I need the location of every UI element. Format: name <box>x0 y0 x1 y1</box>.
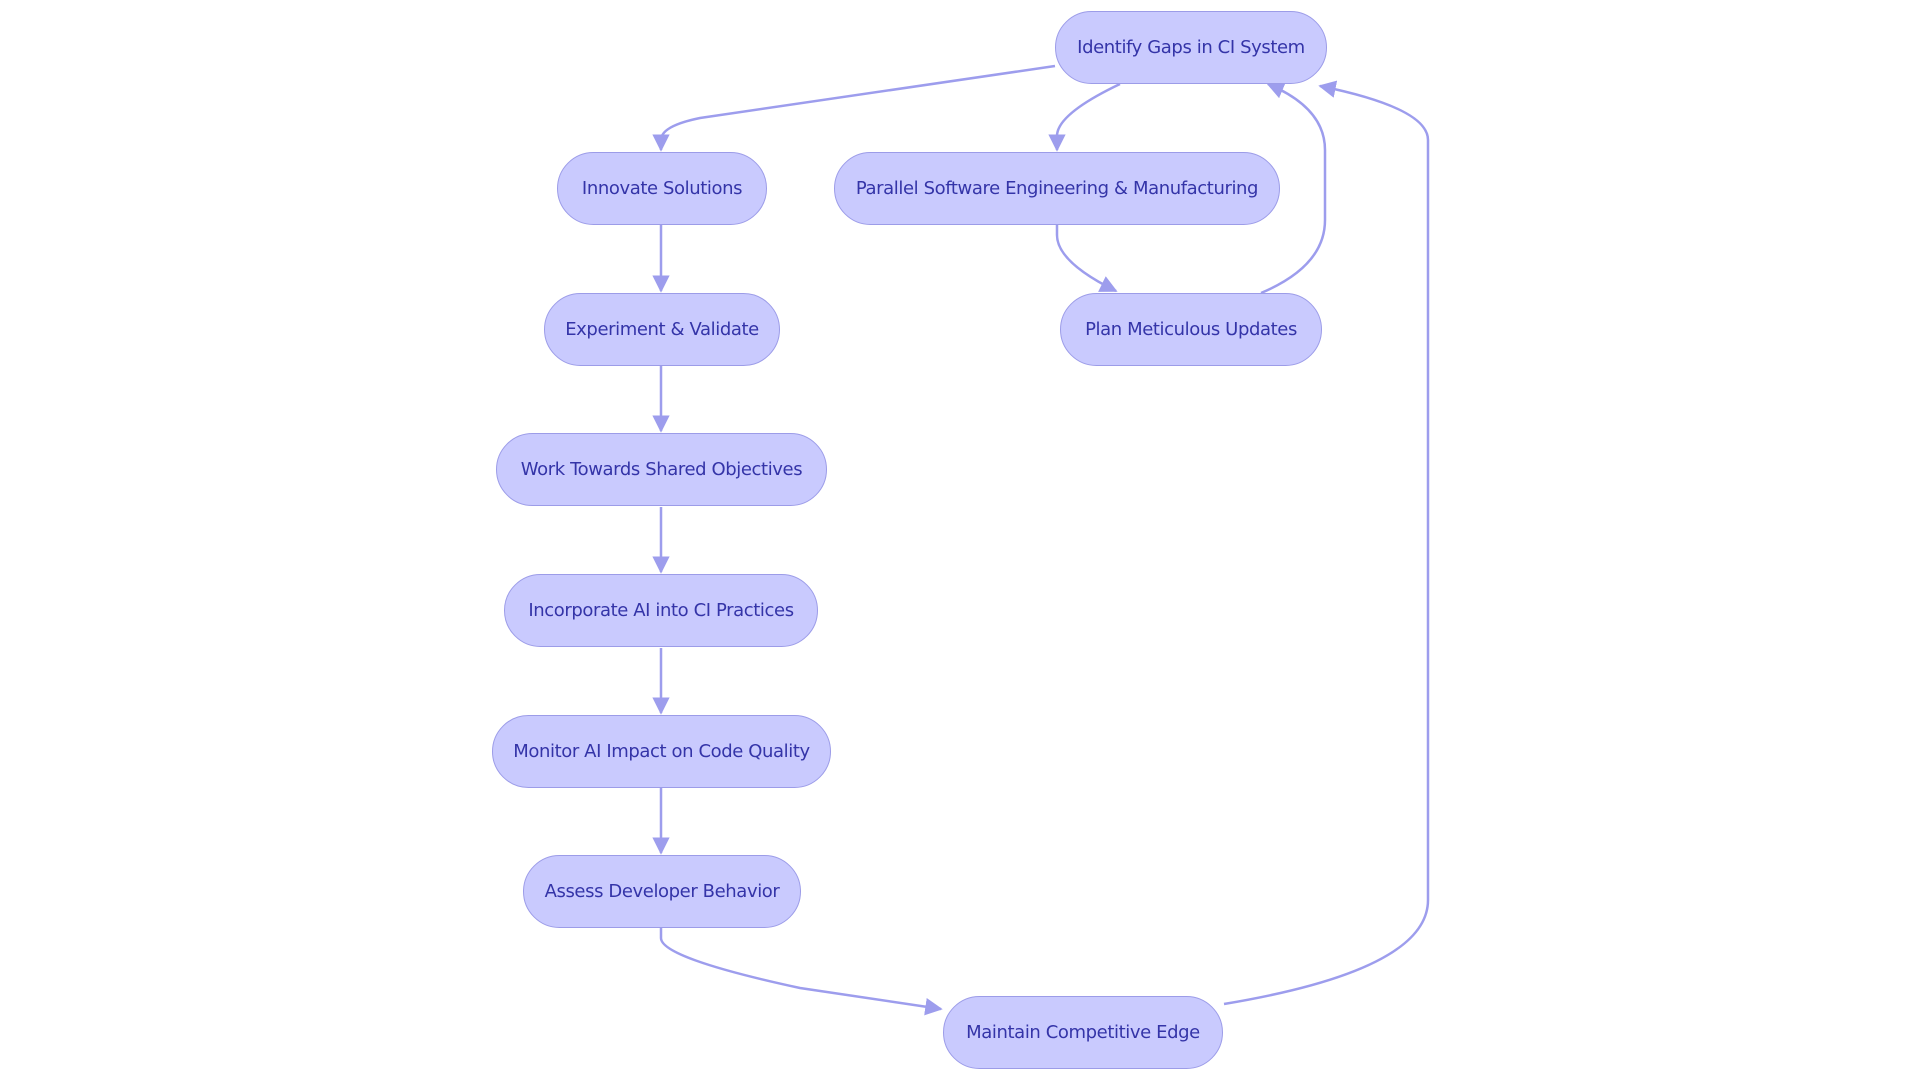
node-experiment-validate[interactable]: Experiment & Validate <box>544 293 780 366</box>
node-work-shared-objectives[interactable]: Work Towards Shared Objectives <box>496 433 827 506</box>
edge-assess-maintain <box>659 928 943 1016</box>
edge-identify-parallel <box>1048 82 1121 152</box>
node-incorporate-ai[interactable]: Incorporate AI into CI Practices <box>504 574 818 647</box>
node-plan-updates[interactable]: Plan Meticulous Updates <box>1060 293 1322 366</box>
node-parallel-engineering[interactable]: Parallel Software Engineering & Manufact… <box>834 152 1280 225</box>
node-identify-gaps[interactable]: Identify Gaps in CI System <box>1055 11 1327 84</box>
node-maintain-edge[interactable]: Maintain Competitive Edge <box>943 996 1223 1069</box>
node-monitor-ai-impact[interactable]: Monitor AI Impact on Code Quality <box>492 715 831 788</box>
node-innovate-solutions[interactable]: Innovate Solutions <box>557 152 767 225</box>
node-assess-developer[interactable]: Assess Developer Behavior <box>523 855 801 928</box>
edge-identify-innovate <box>652 64 1056 152</box>
edge-parallel-plan <box>1055 225 1118 293</box>
